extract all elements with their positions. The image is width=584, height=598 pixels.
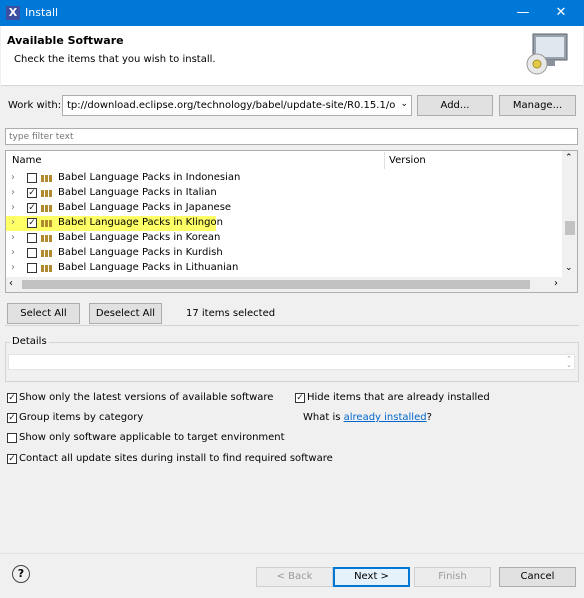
group-by-category-label: Group items by category — [19, 412, 144, 423]
target-env-checkbox[interactable] — [7, 433, 17, 443]
selection-status: 17 items selected — [186, 308, 276, 319]
row-label: Babel Language Packs in Italian — [58, 187, 217, 198]
finish-button[interactable]: Finish — [414, 567, 491, 587]
footer-divider — [0, 553, 584, 554]
package-icon — [41, 190, 55, 197]
row-checkbox[interactable]: ✓ — [27, 203, 37, 213]
row-checkbox[interactable] — [27, 233, 37, 243]
column-header-name[interactable]: Name — [12, 155, 42, 166]
page-description: Check the items that you wish to install… — [14, 54, 216, 65]
divider — [5, 325, 579, 326]
package-icon — [41, 175, 55, 182]
scroll-down-icon[interactable]: ⌄ — [565, 263, 573, 273]
scrollbar-thumb[interactable] — [565, 221, 575, 235]
row-label: Babel Language Packs in Korean — [58, 232, 221, 243]
hide-installed-label: Hide items that are already installed — [307, 392, 490, 403]
table-row[interactable]: › ✓ Babel Language Packs in Japanese — [6, 201, 562, 216]
what-is-suffix: ? — [426, 412, 432, 423]
help-icon[interactable]: ? — [12, 565, 30, 583]
table-rows: › Babel Language Packs in Indonesian › ✓… — [6, 171, 562, 277]
wizard-header: Available Software Check the items that … — [1, 26, 583, 86]
expand-chevron-icon[interactable]: › — [11, 172, 15, 183]
next-button[interactable]: Next > — [333, 567, 410, 587]
row-label: Babel Language Packs in Kurdish — [58, 247, 223, 258]
package-icon — [41, 220, 55, 227]
row-checkbox[interactable] — [27, 248, 37, 258]
group-by-category-checkbox[interactable]: ✓ — [7, 413, 17, 423]
latest-versions-checkbox[interactable]: ✓ — [7, 393, 17, 403]
hscrollbar-thumb[interactable] — [22, 280, 530, 289]
column-divider — [384, 152, 385, 169]
details-scroll-icon[interactable]: ⌃ ⌄ — [566, 356, 572, 369]
expand-chevron-icon[interactable]: › — [11, 187, 15, 198]
row-checkbox[interactable] — [27, 263, 37, 273]
manage-sites-button[interactable]: Manage... — [499, 95, 576, 116]
already-installed-link[interactable]: already installed — [344, 412, 427, 423]
scroll-up-icon[interactable]: ⌃ — [565, 153, 573, 163]
eclipse-x-icon: X — [6, 6, 20, 20]
table-row-highlighted[interactable]: › ✓ Babel Language Packs in Klingon — [6, 216, 562, 231]
row-label: Babel Language Packs in Japanese — [58, 202, 232, 213]
package-icon — [41, 250, 55, 257]
work-with-value: tp://download.eclipse.org/technology/bab… — [67, 100, 395, 111]
install-banner-icon — [526, 33, 568, 75]
add-site-button[interactable]: Add... — [417, 95, 493, 116]
table-row[interactable]: › ✓ Babel Language Packs in Italian — [6, 186, 562, 201]
contact-sites-label: Contact all update sites during install … — [19, 453, 333, 464]
row-checkbox[interactable]: ✓ — [27, 188, 37, 198]
expand-chevron-icon[interactable]: › — [11, 262, 15, 273]
expand-chevron-icon[interactable]: › — [11, 217, 15, 228]
cancel-button[interactable]: Cancel — [499, 567, 576, 587]
page-title: Available Software — [7, 34, 124, 47]
column-header-version[interactable]: Version — [389, 155, 426, 166]
already-installed-text: What is already installed? — [303, 412, 432, 423]
expand-chevron-icon[interactable]: › — [11, 232, 15, 243]
package-icon — [41, 265, 55, 272]
scroll-left-icon[interactable]: ‹ — [9, 278, 13, 289]
work-with-combo[interactable]: tp://download.eclipse.org/technology/bab… — [62, 95, 412, 116]
filter-input[interactable] — [5, 128, 578, 145]
table-row[interactable]: › Babel Language Packs in Kurdish — [6, 246, 562, 261]
contact-sites-checkbox[interactable]: ✓ — [7, 454, 17, 464]
row-checkbox[interactable]: ✓ — [27, 218, 37, 228]
select-all-button[interactable]: Select All — [7, 303, 80, 324]
expand-chevron-icon[interactable]: › — [11, 202, 15, 213]
table-row[interactable]: › Babel Language Packs in Korean — [6, 231, 562, 246]
row-label: Babel Language Packs in Indonesian — [58, 172, 241, 183]
horizontal-scrollbar[interactable]: ‹ › — [6, 277, 577, 292]
title-bar: X Install — ✕ — [0, 0, 584, 26]
details-text-area[interactable]: ⌃ ⌄ — [8, 354, 575, 370]
target-env-label: Show only software applicable to target … — [19, 432, 285, 443]
package-icon — [41, 235, 55, 242]
row-label: Babel Language Packs in Klingon — [58, 217, 223, 228]
row-checkbox[interactable] — [27, 173, 37, 183]
row-label: Babel Language Packs in Lithuanian — [58, 262, 239, 273]
software-table: Name Version › Babel Language Packs in I… — [5, 150, 578, 293]
work-with-label: Work with: — [8, 100, 62, 111]
chevron-down-icon: ⌄ — [400, 99, 408, 109]
details-label: Details — [10, 336, 49, 347]
close-icon[interactable]: ✕ — [538, 0, 584, 26]
package-icon — [41, 205, 55, 212]
what-is-prefix: What is — [303, 412, 344, 423]
window-title: Install — [25, 6, 59, 19]
vertical-scrollbar[interactable]: ⌃ ⌄ — [562, 151, 577, 277]
scroll-right-icon[interactable]: › — [554, 278, 558, 289]
back-button[interactable]: < Back — [256, 567, 333, 587]
table-row[interactable]: › Babel Language Packs in Lithuanian — [6, 261, 562, 276]
deselect-all-button[interactable]: Deselect All — [89, 303, 162, 324]
latest-versions-label: Show only the latest versions of availab… — [19, 392, 274, 403]
table-row[interactable]: › Babel Language Packs in Indonesian — [6, 171, 562, 186]
expand-chevron-icon[interactable]: › — [11, 247, 15, 258]
hide-installed-checkbox[interactable]: ✓ — [295, 393, 305, 403]
